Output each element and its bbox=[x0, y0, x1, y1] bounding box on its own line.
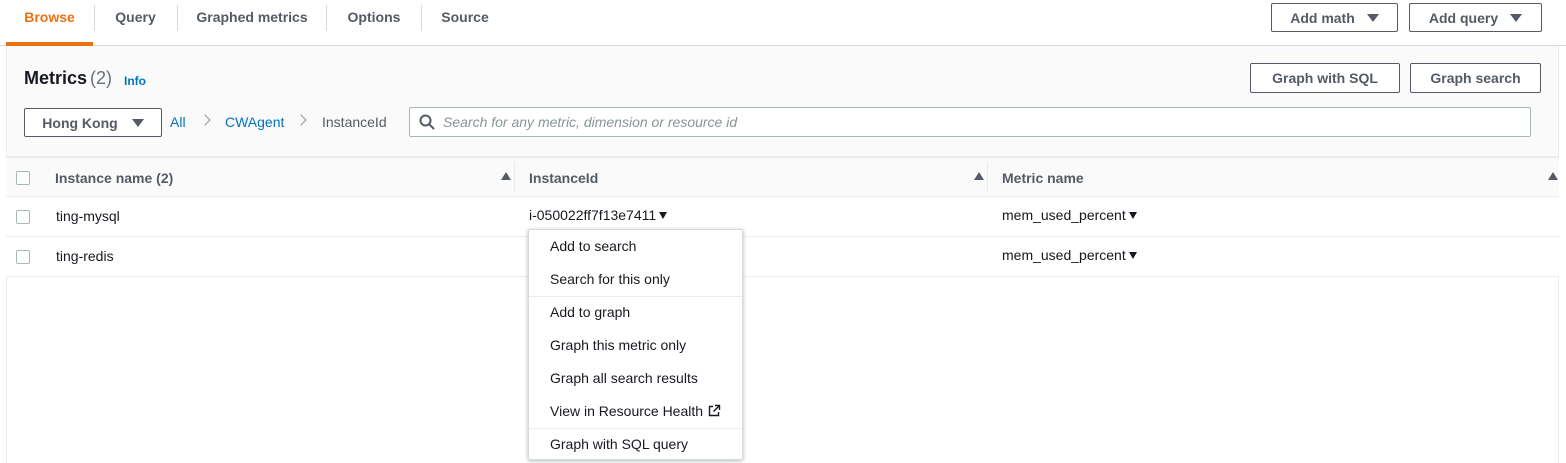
tab-bar: Browse Query Graphed metrics Options Sou… bbox=[0, 0, 1566, 46]
menu-item-graph-this-metric-only[interactable]: Graph this metric only bbox=[550, 337, 686, 353]
add-query-button[interactable]: Add query bbox=[1409, 3, 1542, 32]
add-math-label: Add math bbox=[1290, 9, 1355, 26]
row-checkbox[interactable] bbox=[16, 210, 30, 224]
table-row bbox=[6, 197, 1559, 237]
menu-item-add-to-graph[interactable]: Add to graph bbox=[550, 304, 630, 320]
metric-name-value: mem_used_percent bbox=[1002, 247, 1126, 263]
tab-graphed-metrics[interactable]: Graphed metrics bbox=[178, 0, 326, 35]
metric-name-cell[interactable]: mem_used_percent bbox=[1002, 207, 1137, 223]
graph-search-label: Graph search bbox=[1430, 70, 1521, 86]
caret-down-icon bbox=[1366, 13, 1379, 22]
sort-ascending-icon[interactable] bbox=[974, 172, 984, 180]
graph-with-sql-button[interactable]: Graph with SQL bbox=[1250, 63, 1400, 93]
region-selector[interactable]: Hong Kong bbox=[24, 108, 162, 137]
metric-name-value: mem_used_percent bbox=[1002, 207, 1126, 223]
menu-item-add-to-search[interactable]: Add to search bbox=[550, 238, 636, 254]
menu-divider bbox=[529, 428, 742, 429]
tab-options[interactable]: Options bbox=[327, 0, 421, 35]
metric-name-cell[interactable]: mem_used_percent bbox=[1002, 247, 1137, 263]
region-label: Hong Kong bbox=[42, 114, 118, 131]
tab-query[interactable]: Query bbox=[95, 0, 176, 35]
tab-source[interactable]: Source bbox=[422, 0, 508, 35]
instance-id-cell[interactable]: i-050022ff7f13e7411 bbox=[529, 207, 668, 223]
select-all-checkbox[interactable] bbox=[16, 171, 30, 185]
caret-down-icon bbox=[131, 118, 144, 127]
menu-item-graph-all-search-results[interactable]: Graph all search results bbox=[550, 370, 698, 386]
menu-item-search-for-this-only[interactable]: Search for this only bbox=[550, 271, 670, 287]
menu-item-graph-with-sql-query[interactable]: Graph with SQL query bbox=[550, 436, 688, 452]
table-header bbox=[6, 157, 1559, 197]
sort-ascending-icon[interactable] bbox=[501, 172, 511, 180]
breadcrumb-all[interactable]: All bbox=[170, 114, 186, 130]
metrics-title: Metrics bbox=[24, 68, 88, 88]
table-row bbox=[6, 237, 1559, 277]
add-math-button[interactable]: Add math bbox=[1271, 3, 1398, 32]
instance-id-value: i-050022ff7f13e7411 bbox=[529, 207, 657, 223]
instance-name-cell: ting-mysql bbox=[56, 208, 120, 224]
instance-id-context-menu: Add to search Search for this only Add t… bbox=[528, 229, 743, 460]
row-checkbox[interactable] bbox=[16, 250, 30, 264]
caret-down-icon bbox=[1510, 13, 1523, 22]
info-link[interactable]: Info bbox=[124, 74, 146, 88]
column-divider[interactable] bbox=[987, 162, 988, 192]
column-header-metric-name[interactable]: Metric name bbox=[1002, 170, 1084, 186]
column-header-instance-name[interactable]: Instance name (2) bbox=[55, 170, 173, 186]
instance-name-cell: ting-redis bbox=[56, 248, 114, 264]
sort-ascending-icon[interactable] bbox=[1548, 172, 1558, 180]
search-icon bbox=[419, 114, 435, 130]
tab-browse[interactable]: Browse bbox=[6, 0, 93, 35]
breadcrumb-instanceid: InstanceId bbox=[322, 114, 387, 130]
dropdown-caret-icon[interactable] bbox=[1128, 252, 1137, 259]
dropdown-caret-icon[interactable] bbox=[1128, 212, 1137, 219]
column-divider[interactable] bbox=[514, 162, 515, 192]
graph-with-sql-label: Graph with SQL bbox=[1272, 70, 1378, 86]
menu-item-view-in-resource-health[interactable]: View in Resource Health bbox=[550, 403, 703, 419]
search-placeholder: Search for any metric, dimension or reso… bbox=[443, 114, 738, 130]
metrics-count: (2) bbox=[90, 68, 112, 88]
graph-search-button[interactable]: Graph search bbox=[1410, 63, 1541, 93]
menu-divider bbox=[529, 296, 742, 297]
dropdown-caret-icon[interactable] bbox=[659, 212, 668, 219]
column-header-instanceid[interactable]: InstanceId bbox=[529, 170, 598, 186]
add-query-label: Add query bbox=[1428, 9, 1499, 26]
external-link-icon bbox=[708, 404, 721, 417]
breadcrumb-cwagent[interactable]: CWAgent bbox=[225, 114, 284, 130]
